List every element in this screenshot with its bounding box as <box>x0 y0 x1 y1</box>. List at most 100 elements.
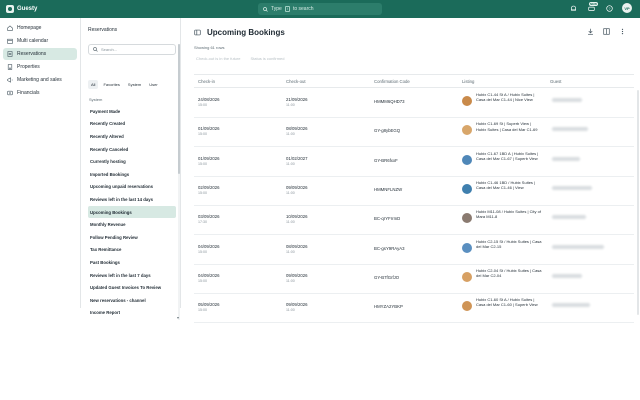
listing-name[interactable]: Hubix C1-67 1BD A | Hubix Suites | Casa … <box>476 151 542 161</box>
check-out-time: 11:00 <box>286 132 295 137</box>
view-item[interactable]: Updated Guest Invoices To Review <box>88 281 176 294</box>
check-out-time: 11:00 <box>286 249 295 254</box>
nav-item-financials[interactable]: Financials <box>3 87 77 99</box>
check-in-time: 15:00 <box>198 308 207 313</box>
check-in-date: 05/09/2026 <box>198 302 220 308</box>
listing-thumbnail <box>462 301 472 312</box>
table-row[interactable]: 05/09/2026 15:00 09/09/2026 11:00 HMYZA2YBKP… <box>194 293 634 324</box>
scroll-down-icon[interactable]: ▾ <box>177 315 179 320</box>
filter-chip[interactable]: Status is confirmed <box>250 56 284 61</box>
views-scrollbar-thumb[interactable] <box>178 44 180 174</box>
view-item[interactable]: Payment Made <box>88 105 176 118</box>
guest-name-redacted <box>552 244 604 249</box>
views-scrollbar[interactable] <box>178 44 180 320</box>
search-icon <box>93 47 98 52</box>
view-item[interactable]: Recently Canceled <box>88 143 176 156</box>
export-button[interactable] <box>587 28 594 35</box>
check-in-date: 24/08/2026 <box>198 97 220 102</box>
listing-thumbnail <box>462 183 472 194</box>
column-header-check-in[interactable]: Check-in <box>198 79 215 84</box>
view-item[interactable]: Income Report <box>88 307 176 320</box>
table-scrollbar[interactable] <box>637 90 639 315</box>
listing-thumbnail <box>462 271 472 282</box>
nav-item-label: Reservations <box>17 51 47 57</box>
check-out-date: 08/09/2026 <box>286 243 308 249</box>
column-header-listing[interactable]: Listing <box>462 79 474 84</box>
views-panel-title: Reservations <box>88 27 118 33</box>
view-item[interactable]: Currently hosting <box>88 155 176 168</box>
help-icon: ? <box>605 4 613 12</box>
nav-item-reservations[interactable]: Reservations <box>3 48 77 60</box>
column-header-confirmation-code[interactable]: Confirmation Code <box>374 79 410 84</box>
megaphone-icon <box>7 77 13 83</box>
reservations-icon <box>7 51 13 57</box>
column-header-guest[interactable]: Guest <box>550 79 561 84</box>
table-row[interactable]: 01/09/2026 15:00 08/09/2026 11:00 GY-g8ybEGQ… <box>194 117 634 148</box>
table-row[interactable]: 24/08/2026 15:00 21/09/2026 11:00 HMMM6QHD73… <box>194 88 634 118</box>
listing-name[interactable]: Hubix C1-60 St A / Hubix Suites | Casa d… <box>476 297 542 307</box>
views-search-placeholder: Search... <box>101 47 118 52</box>
nav-item-multi-calendar[interactable]: Multi calendar <box>3 35 77 47</box>
table-header: Check-in Check-out Confirmation Code Lis… <box>194 74 634 88</box>
listing-name[interactable]: Hubix C2-15 St / Hubix Suites | Casa del… <box>476 239 542 249</box>
check-in-date: 01/09/2026 <box>198 155 220 161</box>
view-item[interactable]: Reviews left in the last 7 days <box>88 269 176 282</box>
view-item[interactable]: Past Bookings <box>88 256 176 269</box>
listing-name[interactable]: Hubix C2-04 St / Hubix Suites | Casa del… <box>476 268 542 278</box>
views-search-input[interactable]: Search... <box>88 44 176 55</box>
confirmation-code: BC-qrYFrrmD <box>374 216 401 222</box>
columns-button[interactable] <box>603 28 610 35</box>
nav-item-marketing-and-sales[interactable]: Marketing and sales <box>3 74 77 86</box>
whats-new-button[interactable]: NEW <box>586 2 598 13</box>
guesty-logo-icon <box>6 5 14 13</box>
listing-name[interactable]: Hubix M11-08 / Hubix Suites | City of Ma… <box>476 209 542 219</box>
calendar-icon <box>7 38 13 44</box>
view-item[interactable]: Follow Pending Review <box>88 231 176 244</box>
check-out-time: 11:00 <box>286 161 295 166</box>
column-header-check-out[interactable]: Check-out <box>286 79 306 84</box>
download-icon <box>588 28 593 35</box>
view-item[interactable]: Recently Created <box>88 118 176 131</box>
table-row[interactable]: 01/09/2026 15:00 01/02/2027 11:00 GY-BR6fxxF… <box>194 147 634 177</box>
tab-system[interactable]: System <box>125 80 144 89</box>
user-avatar[interactable]: VP <box>622 3 632 13</box>
check-out-date: 21/09/2026 <box>286 97 308 102</box>
more-vertical-icon <box>621 28 624 35</box>
view-item[interactable]: Imported Bookings <box>88 168 176 181</box>
view-item[interactable]: Reviews left in the last 14 days <box>88 193 176 206</box>
listing-name[interactable]: Hubix C1-46 1BD / Hubix Suites | Casa de… <box>476 180 542 190</box>
listing-name[interactable]: Hubix C1-69 St | Superb View | Hubix Sui… <box>476 121 542 131</box>
nav-item-properties[interactable]: Properties <box>3 61 77 73</box>
view-item[interactable]: Tax Remittance <box>88 244 176 257</box>
filter-chip[interactable]: Check-out is in the future <box>196 56 240 61</box>
nav-item-label: Multi calendar <box>17 38 49 44</box>
table-row[interactable]: 02/09/2026 15:00 09/09/2026 11:00 HMMNFLNZW H… <box>194 176 634 206</box>
more-options-button[interactable] <box>619 28 626 35</box>
tab-all[interactable]: All <box>88 80 99 89</box>
guest-name-redacted <box>552 127 588 132</box>
tab-user[interactable]: User <box>146 80 160 89</box>
reservations-views-panel: Reservations Search... All Favorites Sys… <box>83 18 181 320</box>
svg-text:?: ? <box>608 6 610 10</box>
listing-thumbnail <box>462 96 472 106</box>
table-row[interactable]: 04/09/2026 15:00 08/09/2026 11:00 BC-gsY9RAy… <box>194 235 634 265</box>
notifications-button[interactable] <box>568 3 578 13</box>
view-item[interactable]: Recently Altered <box>88 130 176 143</box>
table-row[interactable]: 04/09/2026 15:00 09/09/2026 11:00 GY-B7fGrfJ… <box>194 264 634 294</box>
toggle-panel-button[interactable] <box>194 29 201 36</box>
view-item[interactable]: New reservations - channel <box>88 294 176 307</box>
view-item[interactable]: Monthly Revenue <box>88 218 176 231</box>
confirmation-code: GY-g8ybEGQ <box>374 128 401 134</box>
nav-item-label: Financials <box>17 90 40 96</box>
nav-item-homepage[interactable]: Homepage <box>3 22 77 34</box>
row-count: Showing 61 rows <box>194 45 225 50</box>
global-search[interactable]: Type / to search <box>258 3 382 15</box>
view-item[interactable]: Upcoming unpaid reservations <box>88 181 176 194</box>
help-button[interactable]: ? <box>604 3 614 13</box>
check-out-date: 09/09/2026 <box>286 184 308 190</box>
listing-name[interactable]: Hubix C1-44 St A / Hubix Suites | Casa d… <box>476 92 542 102</box>
brand[interactable]: Guesty <box>6 5 37 13</box>
table-row[interactable]: 03/09/2026 17:30 10/09/2026 11:00 BC-qrYFrrm… <box>194 205 634 236</box>
tab-favorites[interactable]: Favorites <box>100 80 122 89</box>
view-item[interactable]: Upcoming Bookings <box>88 205 176 219</box>
